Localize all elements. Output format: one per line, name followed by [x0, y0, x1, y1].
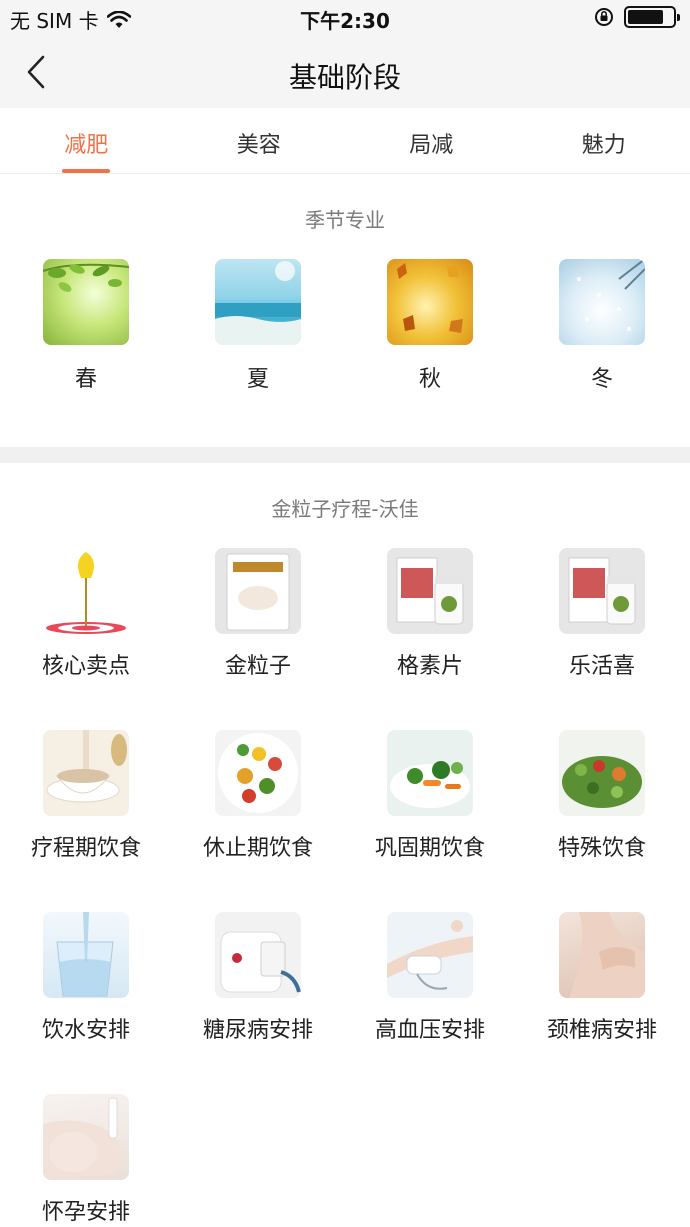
course-item-label: 核心卖点: [41, 654, 130, 679]
season-item[interactable]: 冬: [516, 259, 688, 393]
course-item[interactable]: 糖尿病安排: [172, 912, 344, 1044]
course-item[interactable]: 高血压安排: [344, 912, 516, 1044]
course-item-label: 颈椎病安排: [546, 1018, 657, 1043]
tab-label: 局减: [409, 133, 454, 158]
status-bar: 无 SIM 卡 下午2:30: [0, 0, 690, 36]
course-item[interactable]: 怀孕安排: [0, 1094, 172, 1226]
season-item-label: 冬: [590, 367, 613, 392]
tab-label: 减肥: [64, 133, 109, 158]
winter-snow-image: [559, 259, 645, 345]
season-item-label: 夏: [246, 367, 269, 392]
neck-shoulder-image: [559, 912, 645, 998]
status-right-group: [594, 6, 680, 28]
season-section-title: 季节专业: [305, 208, 385, 232]
course-item[interactable]: 饮水安排: [0, 912, 172, 1044]
course-item-label: 疗程期饮食: [30, 836, 141, 861]
rotation-lock-icon: [595, 8, 613, 26]
category-tabs: 减肥 美容 局减 魅力: [0, 108, 690, 174]
dart-target-image: [43, 548, 129, 634]
season-item[interactable]: 秋: [344, 259, 516, 393]
active-tab-indicator: [62, 169, 111, 173]
product-bottle-image: [559, 548, 645, 634]
pregnancy-image: [43, 1094, 129, 1180]
course-item[interactable]: 核心卖点: [0, 548, 172, 680]
course-item[interactable]: 休止期饮食: [172, 730, 344, 862]
course-item[interactable]: 乐活喜: [516, 548, 688, 680]
course-item[interactable]: 疗程期饮食: [0, 730, 172, 862]
tab-0[interactable]: 减肥: [0, 108, 173, 173]
tab-label: 魅力: [581, 133, 626, 158]
tab-label: 美容: [236, 133, 281, 158]
blood-pressure-image: [387, 912, 473, 998]
water-glass-image: [43, 912, 129, 998]
tab-1[interactable]: 美容: [173, 108, 346, 173]
navigation-bar: 基础阶段: [0, 36, 690, 108]
course-item-label: 特殊饮食: [557, 836, 646, 861]
summer-sea-image: [215, 259, 301, 345]
course-item[interactable]: 格素片: [344, 548, 516, 680]
salad-plate-image: [215, 730, 301, 816]
battery-icon: [624, 6, 680, 28]
course-item-label: 金粒子: [224, 654, 291, 679]
season-grid: 春夏秋冬: [0, 259, 690, 393]
tab-2[interactable]: 局减: [345, 108, 518, 173]
product-package-image: [215, 548, 301, 634]
section-divider: [0, 447, 690, 463]
course-section: 金粒子疗程-沃佳 核心卖点 金粒子 格素片 乐活喜疗程期饮食 休止期饮食 巩固期饮食 特殊饮…: [0, 463, 690, 1227]
season-item[interactable]: 夏: [172, 259, 344, 393]
season-item[interactable]: 春: [0, 259, 172, 393]
course-item[interactable]: 颈椎病安排: [516, 912, 688, 1044]
course-item[interactable]: 巩固期饮食: [344, 730, 516, 862]
course-grid: 核心卖点 金粒子 格素片 乐活喜疗程期饮食 休止期饮食 巩固期饮食 特殊饮食饮水安排 糖尿病安…: [0, 548, 690, 1226]
course-item-label: 饮水安排: [41, 1018, 130, 1043]
course-item-label: 高血压安排: [374, 1018, 485, 1043]
vegetable-bowl-image: [387, 730, 473, 816]
spring-leaves-image: [43, 259, 129, 345]
course-item-label: 格素片: [396, 654, 463, 679]
season-section: 季节专业 春 夏 秋 冬: [0, 174, 690, 447]
course-item[interactable]: 特殊饮食: [516, 730, 688, 862]
season-item-label: 秋: [418, 367, 441, 392]
course-item[interactable]: 金粒子: [172, 548, 344, 680]
oatmeal-bowl-image: [43, 730, 129, 816]
course-section-title: 金粒子疗程-沃佳: [271, 497, 419, 521]
course-item-label: 糖尿病安排: [202, 1018, 313, 1043]
course-item-label: 乐活喜: [568, 654, 635, 679]
glucose-meter-image: [215, 912, 301, 998]
tab-3[interactable]: 魅力: [518, 108, 690, 173]
status-time: 下午2:30: [300, 9, 390, 33]
season-item-label: 春: [74, 367, 97, 392]
autumn-leaves-image: [387, 259, 473, 345]
page-title: 基础阶段: [288, 61, 401, 94]
green-salad-image: [559, 730, 645, 816]
course-item-label: 休止期饮食: [202, 836, 313, 861]
battery-fill: [628, 10, 663, 24]
product-bottle-image: [387, 548, 473, 634]
course-item-label: 怀孕安排: [41, 1200, 130, 1225]
course-item-label: 巩固期饮食: [374, 836, 485, 861]
